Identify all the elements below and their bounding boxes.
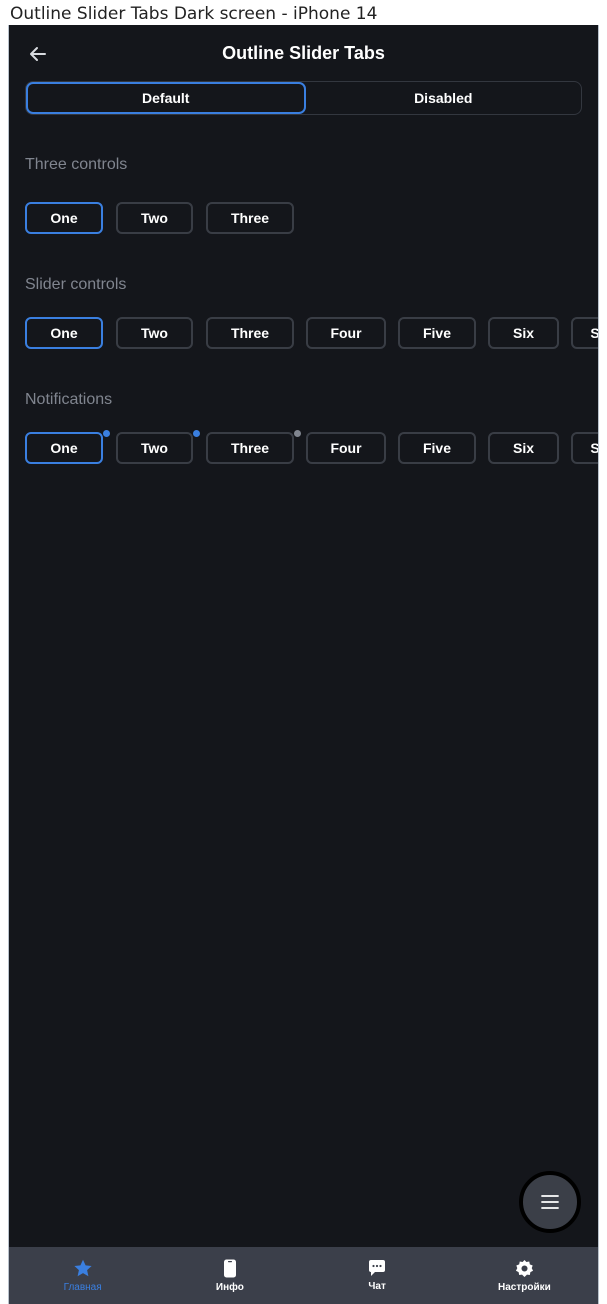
nav-item-settings[interactable]: Настройки (451, 1247, 598, 1304)
tab-label: One (50, 325, 78, 341)
nav-label: Инфо (215, 1281, 244, 1293)
notification-dot (192, 429, 201, 438)
tab-one[interactable]: One (25, 429, 111, 464)
tab-label: Six (512, 440, 534, 456)
window-caption: Outline Slider Tabs Dark screen - iPhone… (10, 4, 378, 24)
section-title-notifications: Notifications (25, 391, 113, 408)
three-controls-row: One Two Three (25, 202, 598, 234)
tab-label: Six (512, 325, 534, 341)
tab-label: Two (141, 210, 168, 226)
tab-one[interactable]: One (25, 202, 103, 234)
segment-default[interactable]: Default (26, 82, 306, 114)
tab-six[interactable]: Six (488, 317, 559, 349)
tab-three[interactable]: Three (206, 317, 294, 349)
tab-two[interactable]: Two (116, 429, 201, 464)
segment-disabled[interactable]: Disabled (306, 82, 582, 114)
tab-label: One (50, 210, 78, 226)
menu-icon (541, 1195, 559, 1209)
nav-item-home[interactable]: Главная (9, 1247, 156, 1304)
tab-label: Three (230, 440, 270, 456)
tab-label: Two (141, 440, 168, 456)
section-title-three-controls: Three controls (25, 156, 128, 173)
slider-controls-row: One Two Three Four Five Six Seven (25, 317, 599, 349)
segmented-control: Default Disabled (25, 81, 582, 115)
nav-item-info[interactable]: Инфо (156, 1247, 303, 1304)
tab-label: Four (330, 325, 362, 341)
menu-fab-button[interactable] (519, 1171, 581, 1233)
tab-label: Three (230, 210, 270, 226)
header: Outline Slider Tabs (9, 25, 598, 81)
tab-one[interactable]: One (25, 317, 103, 349)
tab-label: Five (422, 325, 451, 341)
tab-four[interactable]: Four (306, 432, 386, 464)
tab-label: Four (330, 440, 362, 456)
section-title-slider-controls: Slider controls (25, 276, 127, 293)
star-icon (74, 1259, 92, 1276)
bottom-navigation: Главная Инфо Чат Настройки (9, 1247, 598, 1304)
tab-five[interactable]: Five (398, 432, 476, 464)
page-title: Outline Slider Tabs (222, 43, 385, 63)
tab-four[interactable]: Four (306, 317, 386, 349)
tab-label: Seven (590, 440, 599, 456)
tab-label: One (50, 440, 78, 456)
tab-label: Seven (590, 325, 599, 341)
notification-dot (102, 429, 111, 438)
tab-three[interactable]: Three (206, 202, 294, 234)
tab-five[interactable]: Five (398, 317, 476, 349)
chat-icon (369, 1260, 386, 1276)
tab-two[interactable]: Two (116, 202, 193, 234)
tab-label: Two (141, 325, 168, 341)
tab-six[interactable]: Six (488, 432, 559, 464)
phone-screen: Outline Slider Tabs Default Disabled Thr… (8, 25, 599, 1304)
nav-label: Главная (63, 1281, 102, 1293)
tab-seven[interactable]: Seven (571, 432, 599, 464)
phone-icon (223, 1259, 236, 1277)
tab-label: Five (422, 440, 451, 456)
gear-icon (515, 1259, 533, 1277)
nav-label: Настройки (497, 1281, 551, 1293)
nav-item-chat[interactable]: Чат (304, 1247, 451, 1304)
tab-three[interactable]: Three (206, 429, 302, 464)
notification-dot (293, 429, 302, 438)
notifications-row: One Two Three Four Five Six Seven (25, 429, 599, 464)
nav-label: Чат (368, 1281, 386, 1292)
tab-seven[interactable]: Seven (571, 317, 599, 349)
tab-two[interactable]: Two (116, 317, 193, 349)
tab-label: Three (230, 325, 270, 341)
